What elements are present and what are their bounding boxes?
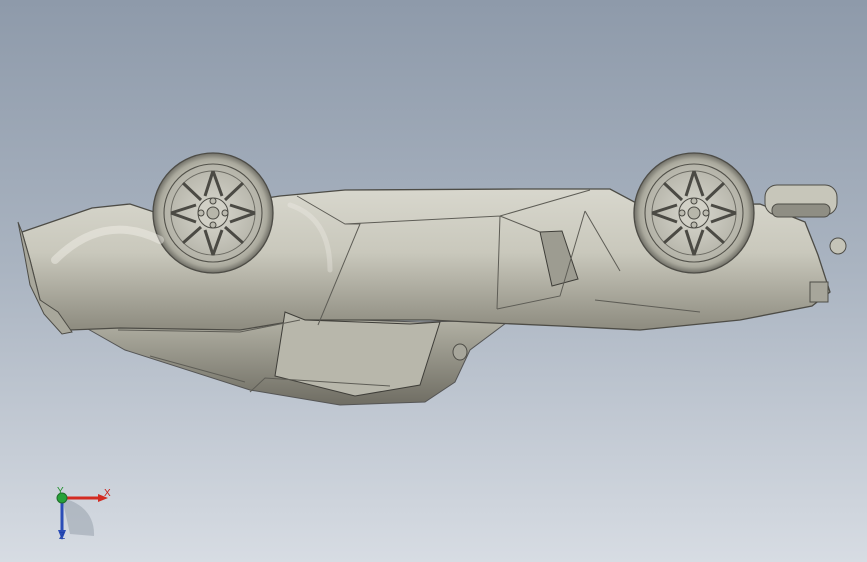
tail-light — [829, 237, 847, 255]
exhaust-bracket — [809, 281, 829, 303]
front-wheel — [152, 152, 274, 274]
side-mirror — [452, 343, 468, 361]
triad-icon — [56, 492, 108, 540]
z-axis-label: Z — [59, 531, 66, 542]
coordinate-triad: X Y Z — [42, 476, 116, 546]
rear-wheel — [633, 152, 755, 274]
x-axis-label: X — [104, 488, 111, 499]
graphics-viewport[interactable]: X Y Z — [0, 0, 867, 562]
rear-spoiler-lower — [771, 203, 831, 218]
triad-shadow — [62, 498, 95, 536]
car-model-3d[interactable] — [0, 0, 867, 562]
y-axis-label: Y — [57, 486, 64, 497]
